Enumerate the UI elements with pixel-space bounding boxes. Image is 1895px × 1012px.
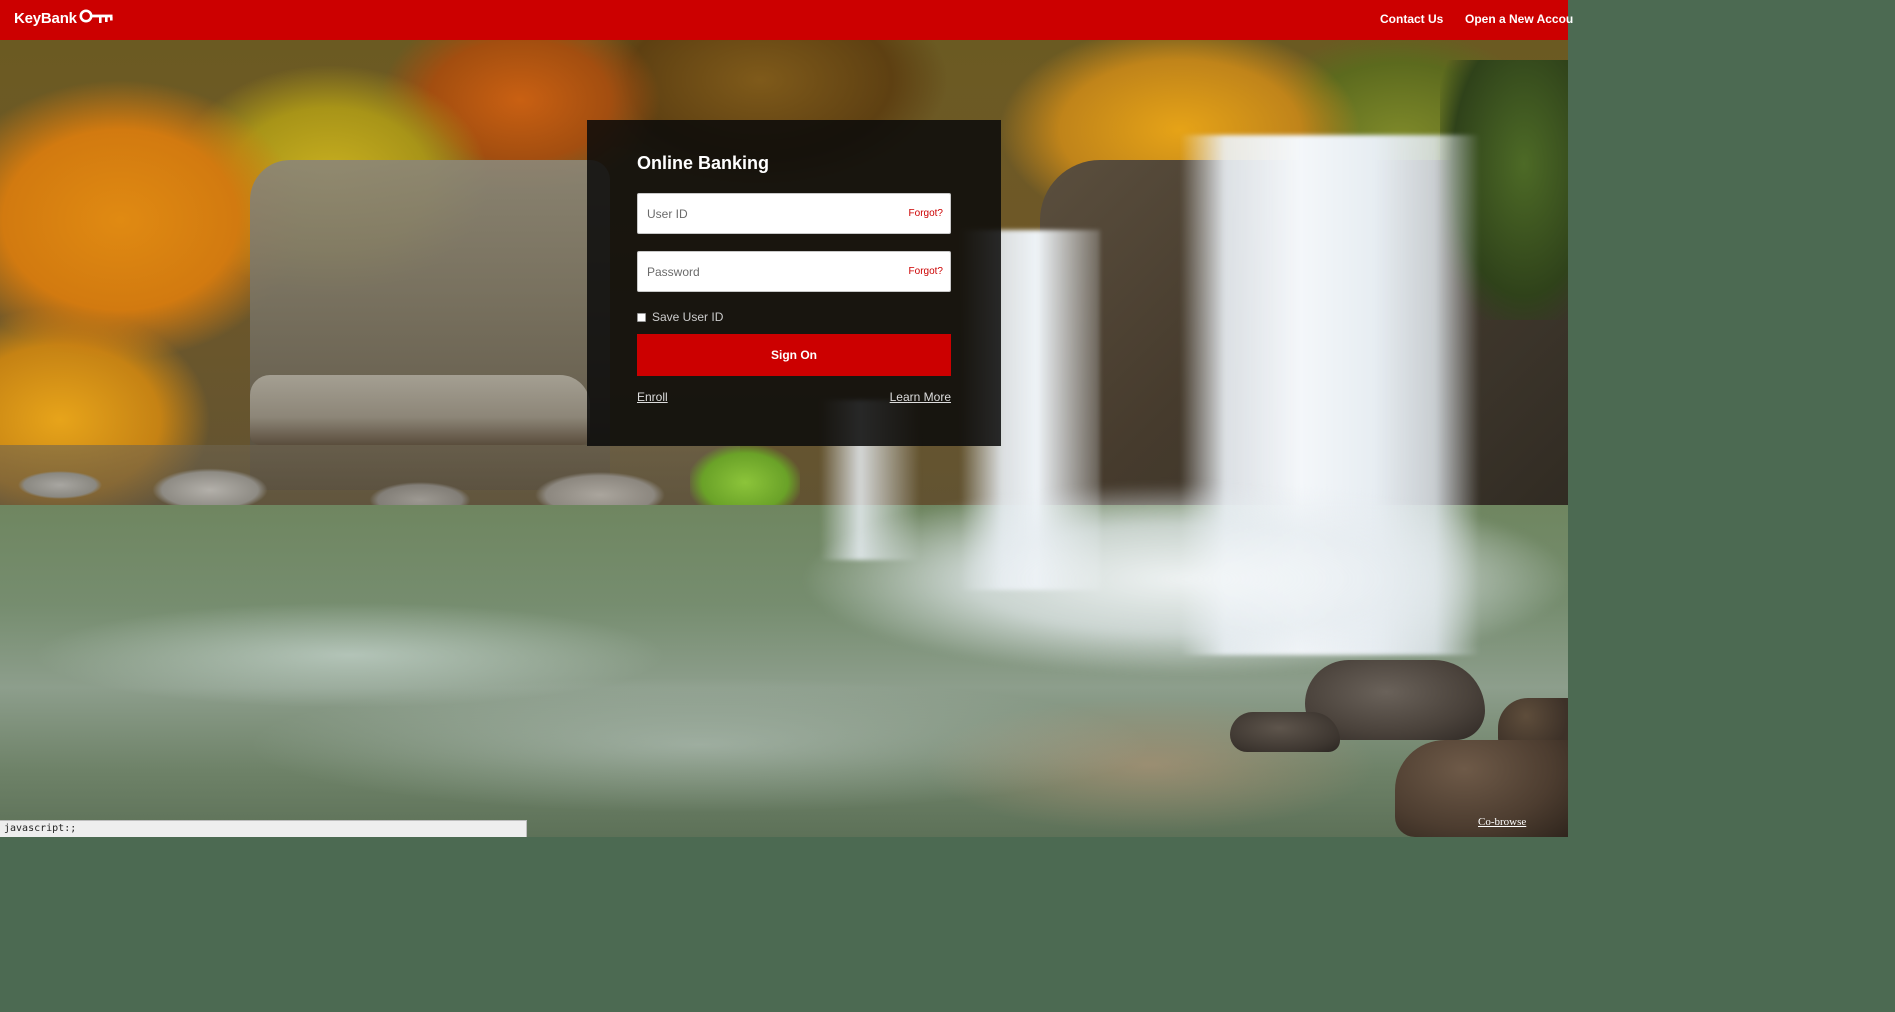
password-field: Forgot?: [637, 251, 951, 292]
save-user-id-row[interactable]: Save User ID: [637, 310, 723, 324]
forgot-user-id-link[interactable]: Forgot?: [909, 208, 943, 219]
enroll-link[interactable]: Enroll: [637, 390, 668, 404]
learn-more-link[interactable]: Learn More: [890, 390, 951, 404]
save-user-id-checkbox[interactable]: [637, 312, 646, 322]
key-icon: [79, 9, 115, 27]
browser-status-bar: javascript:;: [0, 820, 527, 837]
password-input[interactable]: [638, 252, 888, 291]
login-title: Online Banking: [637, 153, 770, 173]
river-rock: [1230, 712, 1340, 752]
save-user-id-label: Save User ID: [652, 310, 724, 324]
contact-us-link[interactable]: Contact Us: [1380, 12, 1443, 26]
forgot-password-link[interactable]: Forgot?: [909, 266, 943, 277]
cliff-shelf: [250, 375, 590, 445]
co-browse-link[interactable]: Co-browse: [1478, 816, 1526, 828]
open-new-account-link[interactable]: Open a New Accou: [1465, 12, 1573, 26]
top-navigation-bar: KeyBank Contact Us Open a New Accou: [0, 0, 1573, 40]
brand-name: KeyBank: [14, 9, 77, 27]
user-id-field: Forgot?: [637, 193, 951, 234]
user-id-input[interactable]: [638, 194, 888, 233]
online-banking-login-panel: Online Banking Forgot? Forgot? Save User…: [587, 120, 1001, 446]
keybank-logo-link[interactable]: KeyBank: [14, 9, 115, 27]
sign-on-button[interactable]: Sign On: [637, 334, 951, 376]
